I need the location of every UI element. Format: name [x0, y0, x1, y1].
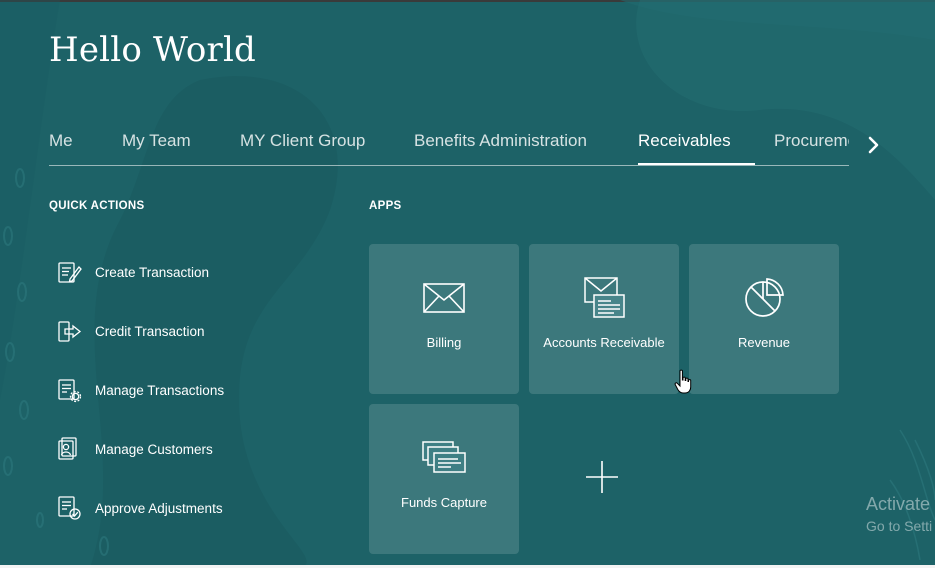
app-tile-revenue[interactable]: Revenue [689, 244, 839, 394]
pie-chart-icon [745, 278, 784, 317]
tab-me[interactable]: Me [49, 131, 73, 151]
chevron-right-icon [868, 136, 879, 154]
tab-procurement[interactable]: Procurement [774, 131, 849, 151]
manage-customers-icon [58, 437, 77, 460]
hand-cursor-icon [674, 369, 692, 394]
quick-action-label: Create Transaction [95, 264, 210, 280]
tab-my-client-group[interactable]: MY Client Group [240, 131, 365, 151]
create-transaction-icon [58, 262, 82, 283]
app-tile-label: Accounts Receivable [543, 335, 665, 350]
tabs-next-button[interactable] [862, 134, 884, 156]
app-tile-label: Billing [426, 335, 462, 350]
quick-action-label: Manage Customers [95, 441, 213, 457]
quick-action-manage-transactions[interactable]: Manage Transactions [56, 375, 224, 405]
app-tile-accounts-receivable[interactable]: Accounts Receivable [529, 244, 679, 394]
activation-watermark: Activate Go to Setti [866, 494, 932, 534]
app-tile-label: Revenue [737, 335, 791, 350]
apps-heading: APPS [369, 200, 402, 212]
plus-icon [586, 461, 618, 493]
quick-action-manage-customers[interactable]: Manage Customers [56, 434, 213, 464]
quick-action-approve-adjustments[interactable]: Approve Adjustments [56, 493, 223, 523]
quick-action-label: Approve Adjustments [95, 500, 223, 516]
tab-bar: Me My Team MY Client Group Benefits Admi… [49, 118, 849, 166]
credit-transaction-icon [58, 321, 82, 342]
quick-action-credit-transaction[interactable]: Credit Transaction [56, 316, 205, 346]
watermark-line-2: Go to Setti [866, 518, 933, 534]
tab-receivables[interactable]: Receivables [638, 131, 731, 151]
tab-my-team[interactable]: My Team [122, 131, 191, 151]
manage-transactions-icon [58, 379, 82, 403]
tab-benefits-administration[interactable]: Benefits Administration [414, 131, 587, 151]
tab-bar-divider [49, 165, 849, 166]
watermark-line-1: Activate [866, 494, 931, 514]
page-title: Hello World [49, 30, 256, 70]
approve-adjustments-icon [58, 496, 81, 520]
envelope-document-icon [584, 277, 625, 318]
quick-action-label: Credit Transaction [95, 323, 205, 339]
quick-action-label: Manage Transactions [95, 382, 225, 398]
checks-stack-icon [422, 441, 466, 473]
app-tile-funds-capture[interactable]: Funds Capture [369, 404, 519, 554]
add-app-button[interactable] [529, 404, 679, 554]
app-tile-label: Funds Capture [401, 495, 487, 510]
app-tile-billing[interactable]: Billing [369, 244, 519, 394]
quick-actions-heading: QUICK ACTIONS [49, 200, 145, 212]
quick-action-create-transaction[interactable]: Create Transaction [56, 257, 209, 287]
envelope-icon [423, 283, 465, 313]
